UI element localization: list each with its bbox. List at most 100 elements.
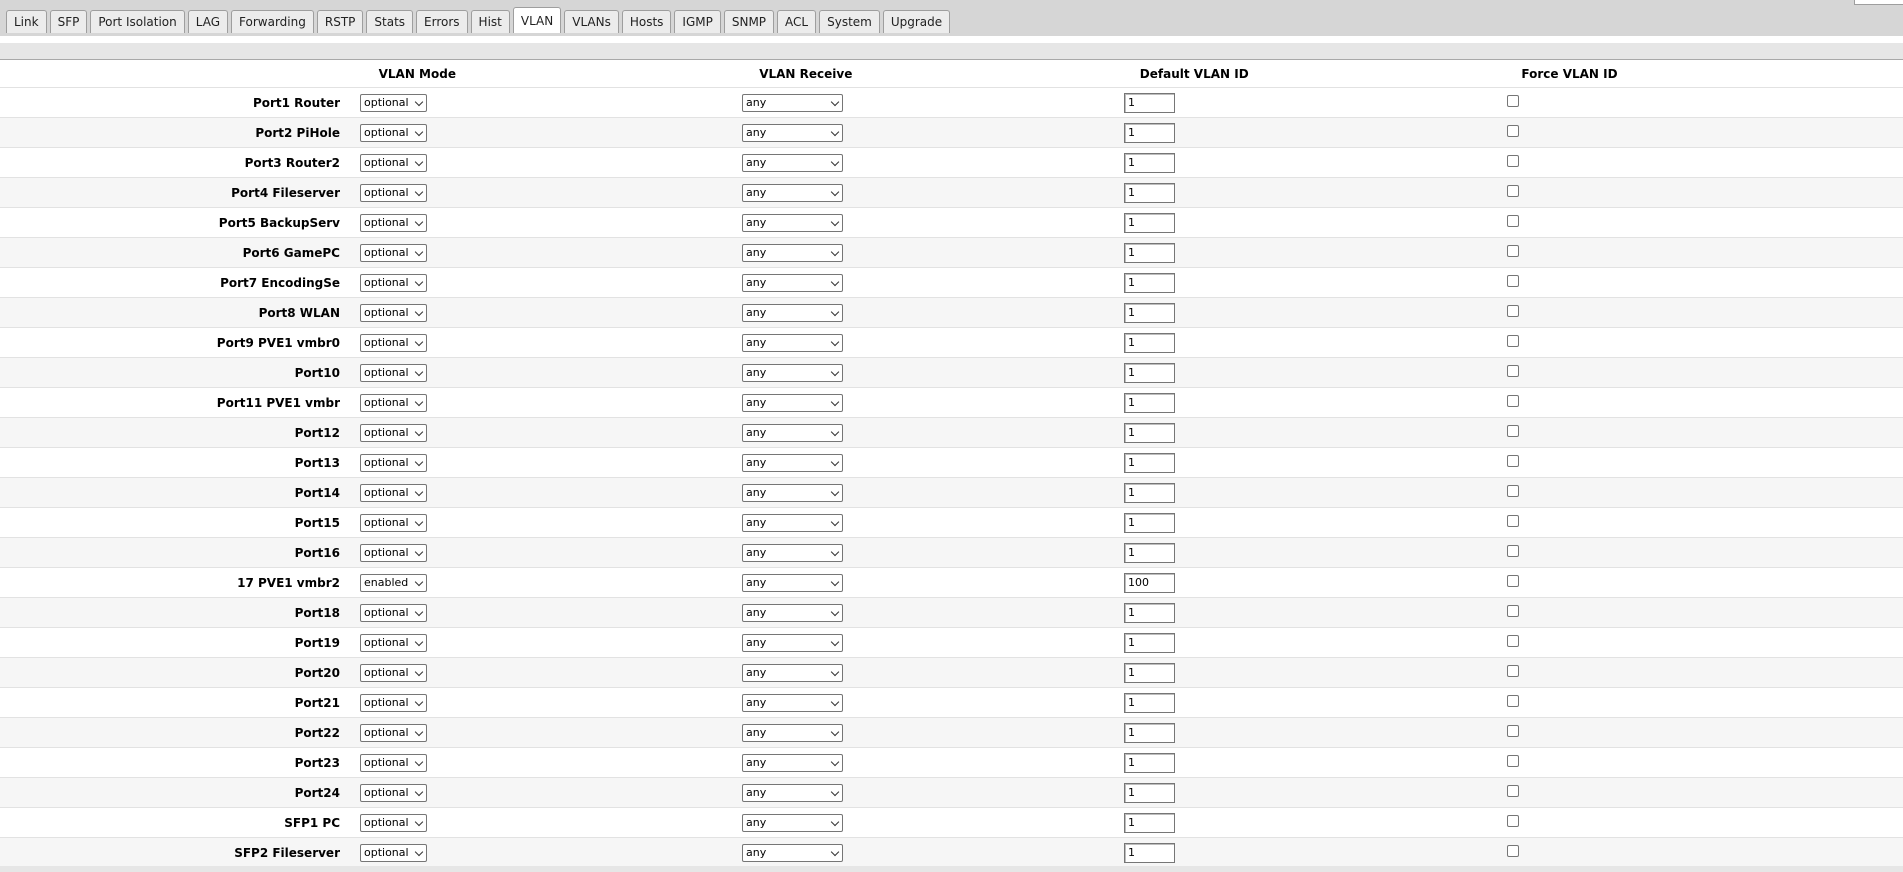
tab-upgrade[interactable]: Upgrade: [882, 10, 951, 33]
force-vlan-id-checkbox[interactable]: [1507, 155, 1519, 167]
force-vlan-id-checkbox[interactable]: [1507, 545, 1519, 557]
default-vlan-id-input[interactable]: [1124, 152, 1175, 173]
vlan-receive-select[interactable]: any: [742, 243, 843, 262]
vlan-receive-select[interactable]: any: [742, 303, 843, 322]
force-vlan-id-checkbox[interactable]: [1507, 125, 1519, 137]
default-vlan-id-input[interactable]: [1124, 272, 1175, 293]
force-vlan-id-checkbox[interactable]: [1507, 365, 1519, 377]
vlan-mode-select[interactable]: optional: [360, 243, 427, 262]
force-vlan-id-checkbox[interactable]: [1507, 485, 1519, 497]
default-vlan-id-input[interactable]: [1124, 512, 1175, 533]
vlan-receive-select[interactable]: any: [742, 333, 843, 352]
vlan-receive-select[interactable]: any: [742, 423, 843, 442]
default-vlan-id-input[interactable]: [1124, 542, 1175, 563]
vlan-receive-select[interactable]: any: [742, 813, 843, 832]
vlan-receive-select[interactable]: any: [742, 633, 843, 652]
vlan-mode-select[interactable]: optional: [360, 813, 427, 832]
vlan-mode-select[interactable]: optional: [360, 213, 427, 232]
vlan-receive-select[interactable]: any: [742, 573, 843, 592]
force-vlan-id-checkbox[interactable]: [1507, 275, 1519, 287]
tab-vlan[interactable]: VLAN: [512, 7, 562, 33]
force-vlan-id-checkbox[interactable]: [1507, 575, 1519, 587]
tab-forwarding[interactable]: Forwarding: [231, 10, 314, 33]
tab-vlans[interactable]: VLANs: [564, 10, 619, 33]
force-vlan-id-checkbox[interactable]: [1507, 185, 1519, 197]
vlan-receive-select[interactable]: any: [742, 693, 843, 712]
default-vlan-id-input[interactable]: [1124, 662, 1175, 683]
default-vlan-id-input[interactable]: [1124, 692, 1175, 713]
vlan-mode-select[interactable]: optional: [360, 543, 427, 562]
vlan-mode-select[interactable]: optional: [360, 483, 427, 502]
vlan-receive-select[interactable]: any: [742, 393, 843, 412]
vlan-mode-select[interactable]: optional: [360, 153, 427, 172]
vlan-receive-select[interactable]: any: [742, 483, 843, 502]
default-vlan-id-input[interactable]: [1124, 812, 1175, 833]
force-vlan-id-checkbox[interactable]: [1507, 425, 1519, 437]
vlan-mode-select[interactable]: optional: [360, 783, 427, 802]
vlan-mode-select[interactable]: optional: [360, 123, 427, 142]
tab-system[interactable]: System: [819, 10, 880, 33]
force-vlan-id-checkbox[interactable]: [1507, 815, 1519, 827]
default-vlan-id-input[interactable]: [1124, 632, 1175, 653]
vlan-receive-select[interactable]: any: [742, 843, 843, 862]
force-vlan-id-checkbox[interactable]: [1507, 605, 1519, 617]
default-vlan-id-input[interactable]: [1124, 92, 1175, 113]
vlan-mode-select[interactable]: optional: [360, 693, 427, 712]
tab-igmp[interactable]: IGMP: [674, 10, 721, 33]
tab-errors[interactable]: Errors: [416, 10, 468, 33]
force-vlan-id-checkbox[interactable]: [1507, 95, 1519, 107]
tab-hist[interactable]: Hist: [470, 10, 510, 33]
vlan-mode-select[interactable]: optional: [360, 663, 427, 682]
default-vlan-id-input[interactable]: [1124, 752, 1175, 773]
default-vlan-id-input[interactable]: [1124, 182, 1175, 203]
force-vlan-id-checkbox[interactable]: [1507, 695, 1519, 707]
vlan-mode-select[interactable]: optional: [360, 753, 427, 772]
vlan-mode-select[interactable]: optional: [360, 603, 427, 622]
vlan-mode-select[interactable]: enabled: [360, 573, 427, 592]
vlan-mode-select[interactable]: optional: [360, 633, 427, 652]
tab-port-isolation[interactable]: Port Isolation: [90, 10, 185, 33]
default-vlan-id-input[interactable]: [1124, 392, 1175, 413]
vlan-receive-select[interactable]: any: [742, 663, 843, 682]
vlan-receive-select[interactable]: any: [742, 753, 843, 772]
tab-snmp[interactable]: SNMP: [723, 10, 775, 33]
force-vlan-id-checkbox[interactable]: [1507, 755, 1519, 767]
vlan-receive-select[interactable]: any: [742, 123, 843, 142]
force-vlan-id-checkbox[interactable]: [1507, 665, 1519, 677]
default-vlan-id-input[interactable]: [1124, 572, 1175, 593]
vlan-mode-select[interactable]: optional: [360, 723, 427, 742]
force-vlan-id-checkbox[interactable]: [1507, 635, 1519, 647]
vlan-mode-select[interactable]: optional: [360, 303, 427, 322]
force-vlan-id-checkbox[interactable]: [1507, 455, 1519, 467]
vlan-receive-select[interactable]: any: [742, 363, 843, 382]
vlan-receive-select[interactable]: any: [742, 213, 843, 232]
default-vlan-id-input[interactable]: [1124, 122, 1175, 143]
vlan-mode-select[interactable]: optional: [360, 93, 427, 112]
default-vlan-id-input[interactable]: [1124, 602, 1175, 623]
default-vlan-id-input[interactable]: [1124, 302, 1175, 323]
vlan-receive-select[interactable]: any: [742, 723, 843, 742]
force-vlan-id-checkbox[interactable]: [1507, 725, 1519, 737]
default-vlan-id-input[interactable]: [1124, 332, 1175, 353]
default-vlan-id-input[interactable]: [1124, 242, 1175, 263]
force-vlan-id-checkbox[interactable]: [1507, 215, 1519, 227]
default-vlan-id-input[interactable]: [1124, 452, 1175, 473]
default-vlan-id-input[interactable]: [1124, 842, 1175, 863]
vlan-mode-select[interactable]: optional: [360, 333, 427, 352]
force-vlan-id-checkbox[interactable]: [1507, 395, 1519, 407]
vlan-mode-select[interactable]: optional: [360, 843, 427, 862]
default-vlan-id-input[interactable]: [1124, 212, 1175, 233]
vlan-receive-select[interactable]: any: [742, 273, 843, 292]
vlan-mode-select[interactable]: optional: [360, 183, 427, 202]
tab-lag[interactable]: LAG: [187, 10, 229, 33]
vlan-receive-select[interactable]: any: [742, 153, 843, 172]
vlan-receive-select[interactable]: any: [742, 93, 843, 112]
vlan-receive-select[interactable]: any: [742, 603, 843, 622]
vlan-mode-select[interactable]: optional: [360, 273, 427, 292]
default-vlan-id-input[interactable]: [1124, 782, 1175, 803]
force-vlan-id-checkbox[interactable]: [1507, 335, 1519, 347]
tab-acl[interactable]: ACL: [777, 10, 817, 33]
vlan-receive-select[interactable]: any: [742, 513, 843, 532]
force-vlan-id-checkbox[interactable]: [1507, 785, 1519, 797]
vlan-mode-select[interactable]: optional: [360, 513, 427, 532]
